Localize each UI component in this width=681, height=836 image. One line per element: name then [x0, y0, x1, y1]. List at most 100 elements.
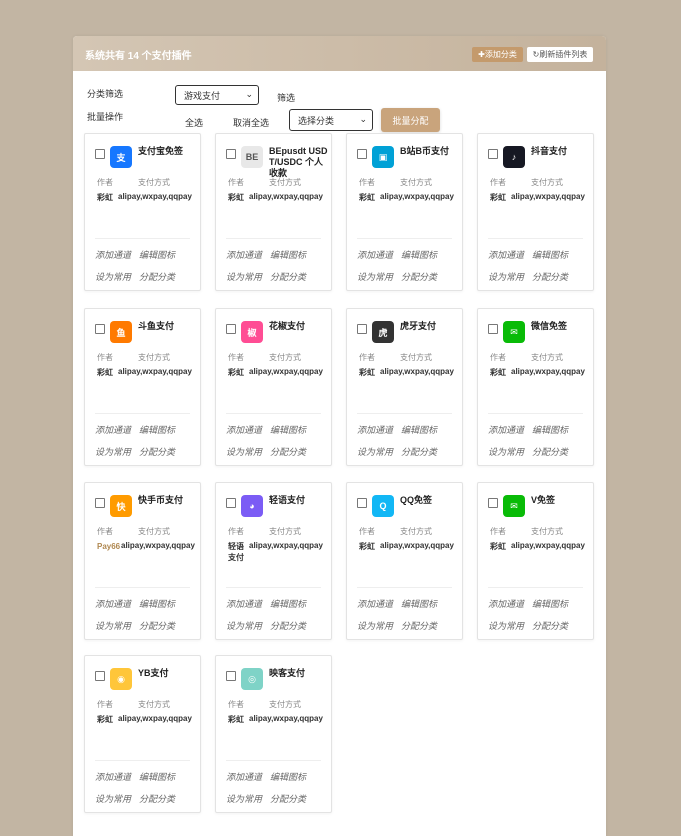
assign-category-link[interactable]: 分配分类: [532, 270, 568, 283]
assign-category-link[interactable]: 分配分类: [139, 270, 175, 283]
plugin-checkbox[interactable]: [95, 324, 105, 334]
add-channel-link[interactable]: 添加通道: [95, 423, 131, 436]
set-common-link[interactable]: 设为常用: [226, 270, 262, 283]
add-channel-link[interactable]: 添加通道: [226, 423, 262, 436]
plugin-checkbox[interactable]: [226, 324, 236, 334]
set-common-link[interactable]: 设为常用: [95, 619, 131, 632]
add-channel-link[interactable]: 添加通道: [488, 597, 524, 610]
set-common-link[interactable]: 设为常用: [226, 619, 262, 632]
plugin-author: 轻语支付: [228, 542, 244, 562]
plugin-card: 支支付宝免签 作者 支付方式 彩虹 alipay,wxpay,qqpay 添加通道 编辑图标…: [84, 133, 201, 291]
plugin-card: 椒花椒支付 作者 支付方式 彩虹 alipay,wxpay,qqpay 添加通道 编辑图标设…: [215, 308, 332, 466]
plugin-name: 轻语支付: [269, 495, 306, 505]
edit-icon-link[interactable]: 编辑图标: [270, 770, 306, 783]
add-channel-link[interactable]: 添加通道: [226, 248, 262, 261]
edit-icon-link[interactable]: 编辑图标: [139, 597, 175, 610]
assign-category-link[interactable]: 分配分类: [139, 792, 175, 805]
plugin-checkbox[interactable]: [357, 149, 367, 159]
edit-icon-link[interactable]: 编辑图标: [270, 423, 306, 436]
plugin-checkbox[interactable]: [357, 324, 367, 334]
deselect-all-button[interactable]: 取消全选: [233, 116, 269, 129]
plugin-checkbox[interactable]: [357, 498, 367, 508]
set-common-link[interactable]: 设为常用: [488, 445, 524, 458]
plugin-pay-methods: alipay,wxpay,qqpay: [380, 192, 454, 201]
add-channel-link[interactable]: 添加通道: [357, 597, 393, 610]
edit-icon-link[interactable]: 编辑图标: [139, 248, 175, 261]
chevron-down-icon: ⌄: [359, 114, 367, 124]
plugin-checkbox[interactable]: [226, 671, 236, 681]
assign-category-link[interactable]: 分配分类: [270, 619, 306, 632]
author-header: 作者: [490, 178, 506, 187]
edit-icon-link[interactable]: 编辑图标: [139, 770, 175, 783]
edit-icon-link[interactable]: 编辑图标: [532, 423, 568, 436]
wechat-icon: ✉: [503, 321, 525, 343]
add-channel-link[interactable]: 添加通道: [95, 770, 131, 783]
add-channel-link[interactable]: 添加通道: [95, 248, 131, 261]
set-common-link[interactable]: 设为常用: [357, 445, 393, 458]
edit-icon-link[interactable]: 编辑图标: [532, 248, 568, 261]
filter-button[interactable]: 筛选: [277, 91, 295, 104]
add-channel-link[interactable]: 添加通道: [226, 597, 262, 610]
plugin-checkbox[interactable]: [95, 671, 105, 681]
add-channel-link[interactable]: 添加通道: [357, 423, 393, 436]
edit-icon-link[interactable]: 编辑图标: [139, 423, 175, 436]
plugin-checkbox[interactable]: [488, 324, 498, 334]
assign-category-link[interactable]: 分配分类: [139, 445, 175, 458]
plugin-author: 彩虹: [97, 368, 113, 377]
plugin-checkbox[interactable]: [488, 498, 498, 508]
divider: [357, 238, 452, 239]
add-category-button[interactable]: ✚添加分类: [472, 47, 523, 62]
qingyu-icon: ◕: [241, 495, 263, 517]
set-common-link[interactable]: 设为常用: [357, 619, 393, 632]
divider: [95, 238, 190, 239]
plugin-author: 彩虹: [228, 715, 244, 724]
set-common-link[interactable]: 设为常用: [226, 792, 262, 805]
edit-icon-link[interactable]: 编辑图标: [532, 597, 568, 610]
refresh-plugin-list-button[interactable]: ↻刷新插件列表: [527, 47, 593, 62]
edit-icon-link[interactable]: 编辑图标: [401, 248, 437, 261]
add-channel-link[interactable]: 添加通道: [357, 248, 393, 261]
divider: [226, 587, 321, 588]
assign-category-link[interactable]: 分配分类: [270, 792, 306, 805]
plugin-checkbox[interactable]: [226, 498, 236, 508]
set-common-link[interactable]: 设为常用: [95, 270, 131, 283]
assign-category-link[interactable]: 分配分类: [401, 619, 437, 632]
add-channel-link[interactable]: 添加通道: [488, 248, 524, 261]
batch-assign-button[interactable]: 批量分配: [381, 108, 440, 132]
set-common-link[interactable]: 设为常用: [488, 270, 524, 283]
assign-category-link[interactable]: 分配分类: [270, 445, 306, 458]
batch-category-select[interactable]: 选择分类 ⌄: [289, 109, 373, 131]
category-filter-select[interactable]: 游戏支付 ⌄: [175, 85, 259, 105]
set-common-link[interactable]: 设为常用: [226, 445, 262, 458]
assign-category-link[interactable]: 分配分类: [401, 445, 437, 458]
plugin-author: 彩虹: [97, 193, 113, 202]
plugin-checkbox[interactable]: [95, 498, 105, 508]
edit-icon-link[interactable]: 编辑图标: [270, 248, 306, 261]
plugin-checkbox[interactable]: [226, 149, 236, 159]
douyu-icon: 鱼: [110, 321, 132, 343]
plugin-pay-methods: alipay,wxpay,qqpay: [249, 714, 323, 723]
assign-category-link[interactable]: 分配分类: [532, 445, 568, 458]
plugin-card: 虎虎牙支付 作者 支付方式 彩虹 alipay,wxpay,qqpay 添加通道 编辑图标设…: [346, 308, 463, 466]
select-all-button[interactable]: 全选: [185, 116, 203, 129]
assign-category-link[interactable]: 分配分类: [532, 619, 568, 632]
edit-icon-link[interactable]: 编辑图标: [401, 597, 437, 610]
plugin-name: V免签: [531, 495, 556, 505]
plugin-checkbox[interactable]: [95, 149, 105, 159]
set-common-link[interactable]: 设为常用: [488, 619, 524, 632]
edit-icon-link[interactable]: 编辑图标: [270, 597, 306, 610]
add-channel-link[interactable]: 添加通道: [226, 770, 262, 783]
assign-category-link[interactable]: 分配分类: [139, 619, 175, 632]
bepusdt-icon: BE: [241, 146, 263, 168]
assign-category-link[interactable]: 分配分类: [401, 270, 437, 283]
bilibili-icon: ▣: [372, 146, 394, 168]
assign-category-link[interactable]: 分配分类: [270, 270, 306, 283]
edit-icon-link[interactable]: 编辑图标: [401, 423, 437, 436]
set-common-link[interactable]: 设为常用: [95, 445, 131, 458]
add-channel-link[interactable]: 添加通道: [95, 597, 131, 610]
set-common-link[interactable]: 设为常用: [357, 270, 393, 283]
plugin-card: ◉ YB支付 作者 支付方式 彩虹 alipay,wxpay,qqpay 添加通道 编辑图标设…: [84, 655, 201, 813]
set-common-link[interactable]: 设为常用: [95, 792, 131, 805]
add-channel-link[interactable]: 添加通道: [488, 423, 524, 436]
plugin-checkbox[interactable]: [488, 149, 498, 159]
